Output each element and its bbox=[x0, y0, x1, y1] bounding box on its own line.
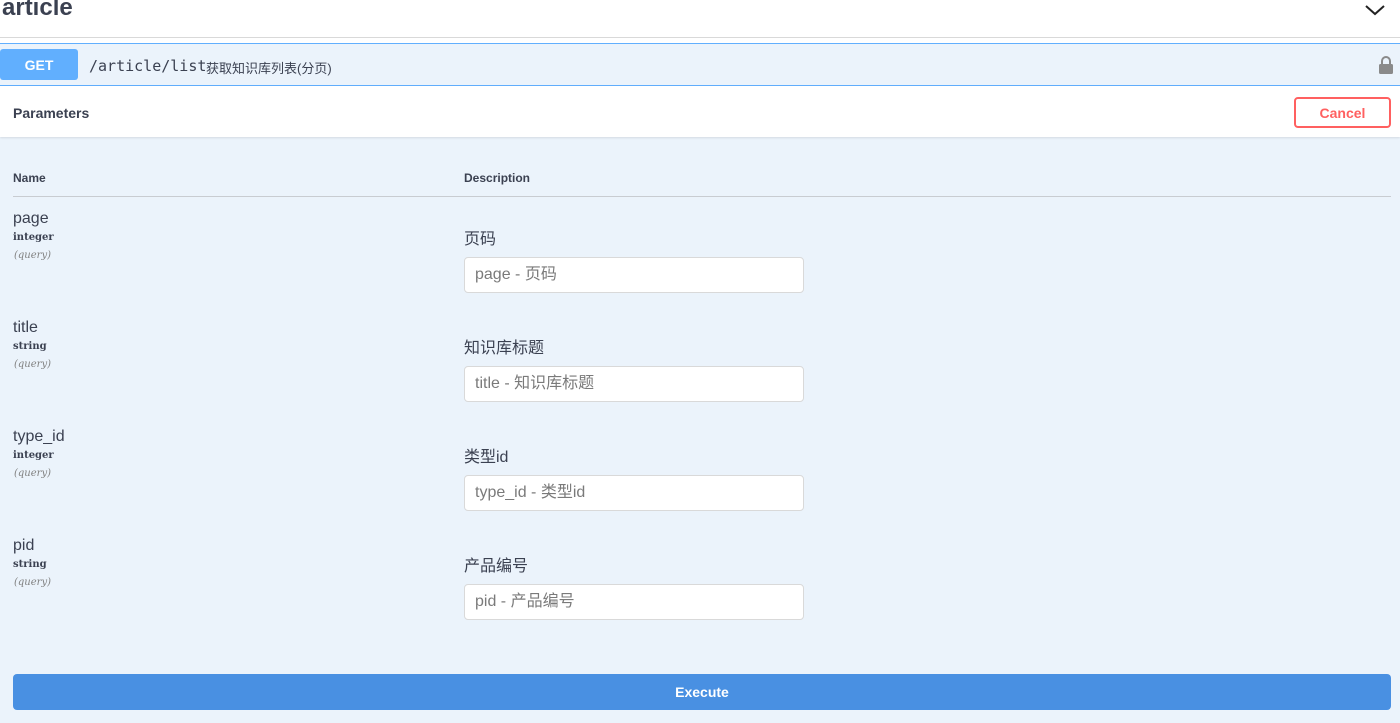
parameter-row-page: page integer (query) 页码 bbox=[0, 210, 1400, 319]
title-input[interactable] bbox=[464, 366, 804, 402]
column-header-description: Description bbox=[464, 171, 531, 185]
parameter-type: string bbox=[13, 341, 47, 352]
method-badge: GET bbox=[0, 49, 78, 80]
parameter-description: 知识库标题 bbox=[464, 340, 545, 357]
section-title: article bbox=[2, 0, 73, 21]
page-input[interactable] bbox=[464, 257, 804, 293]
chevron-down-icon[interactable] bbox=[1364, 2, 1386, 18]
parameter-location: (query) bbox=[14, 250, 51, 261]
parameter-name: pid bbox=[13, 537, 35, 554]
column-header-name: Name bbox=[13, 171, 46, 185]
parameter-type: string bbox=[13, 559, 47, 570]
parameter-description: 类型id bbox=[464, 449, 509, 466]
pid-input[interactable] bbox=[464, 584, 804, 620]
parameter-location: (query) bbox=[14, 359, 51, 370]
parameter-type: integer bbox=[13, 232, 54, 243]
parameter-name: type_id bbox=[13, 428, 65, 445]
parameter-row-pid: pid string (query) 产品编号 bbox=[0, 537, 1400, 646]
parameter-description: 产品编号 bbox=[464, 558, 529, 575]
operation-summary-text: 获取知识库列表(分页) bbox=[206, 61, 332, 76]
parameters-header: Parameters Cancel bbox=[0, 86, 1400, 137]
parameter-row-title: title string (query) 知识库标题 bbox=[0, 319, 1400, 428]
parameter-type: integer bbox=[13, 450, 54, 461]
cancel-button[interactable]: Cancel bbox=[1294, 97, 1391, 128]
parameter-name: title bbox=[13, 319, 38, 336]
execute-button[interactable]: Execute bbox=[13, 674, 1391, 710]
section-header[interactable]: article bbox=[0, 0, 1400, 38]
parameter-name: page bbox=[13, 210, 49, 227]
operation-summary[interactable]: GET /article/list 获取知识库列表(分页) bbox=[0, 44, 1400, 86]
operation-path: /article/list bbox=[89, 57, 207, 75]
type-id-input[interactable] bbox=[464, 475, 804, 511]
table-divider bbox=[13, 196, 1391, 197]
parameter-location: (query) bbox=[14, 577, 51, 588]
parameter-description: 页码 bbox=[464, 231, 497, 248]
lock-icon[interactable] bbox=[1378, 55, 1394, 75]
parameter-row-type-id: type_id integer (query) 类型id bbox=[0, 428, 1400, 537]
parameter-location: (query) bbox=[14, 468, 51, 479]
operation-block: GET /article/list 获取知识库列表(分页) Parameters… bbox=[0, 43, 1400, 723]
parameters-title: Parameters bbox=[13, 105, 90, 121]
